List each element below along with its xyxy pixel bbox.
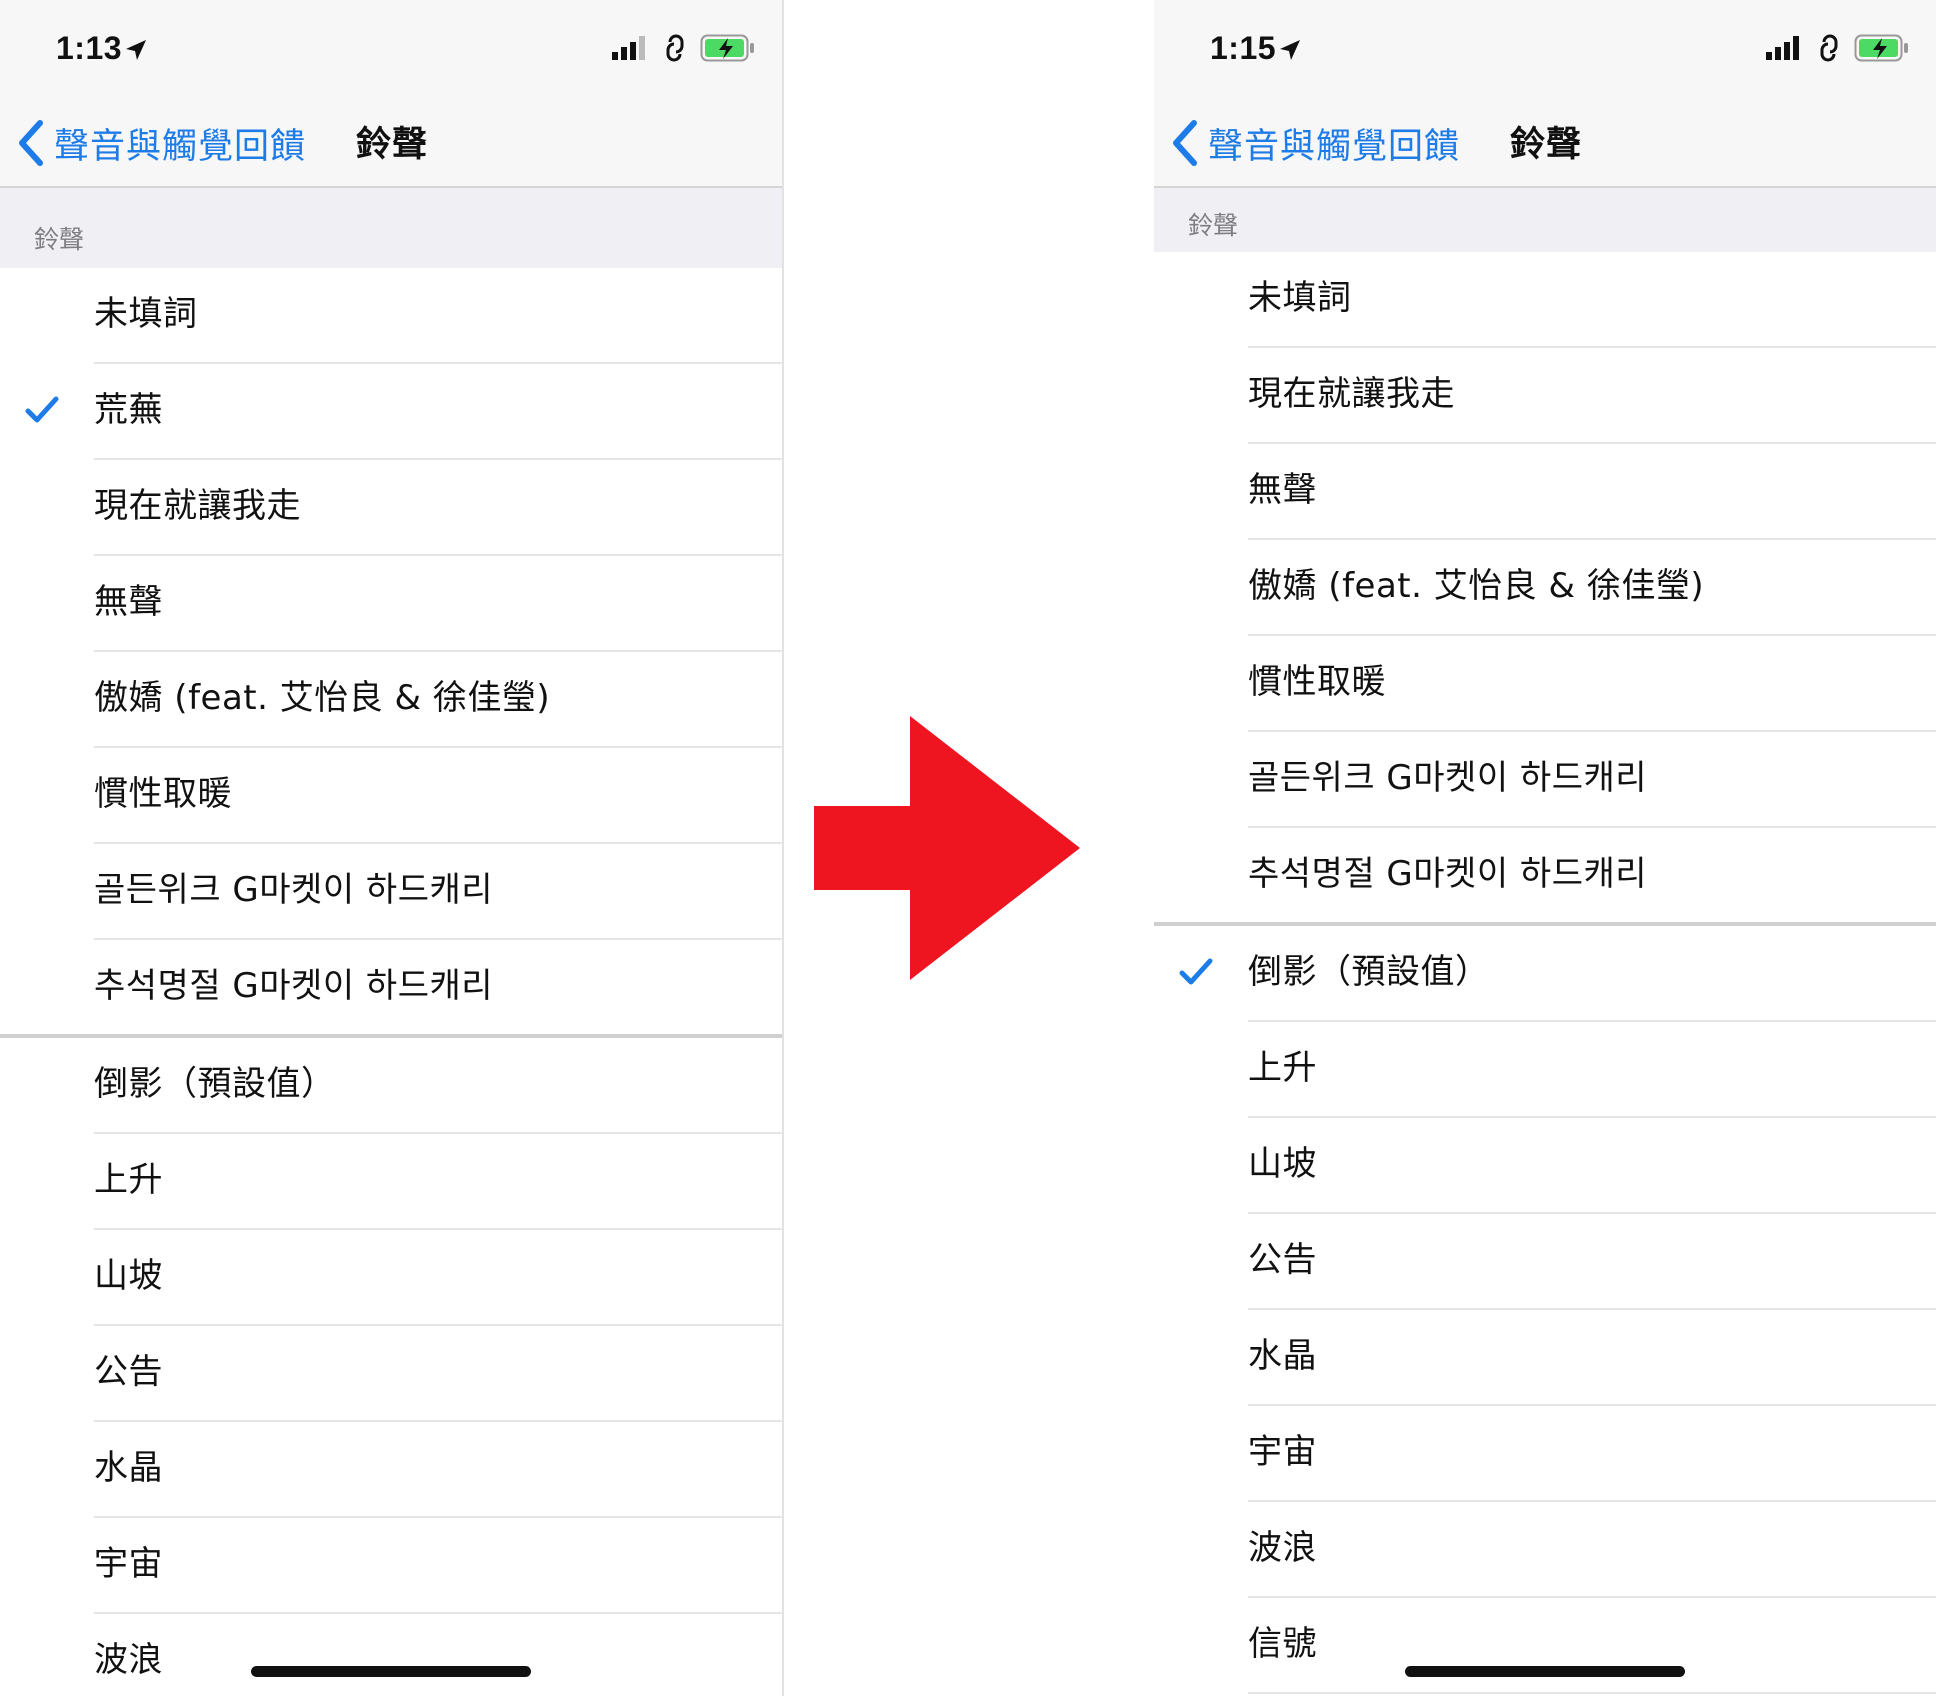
- ringtone-label: 宇宙: [94, 1544, 163, 1584]
- ringtone-label: 荒蕪: [94, 390, 163, 430]
- list-item[interactable]: 現在就讓我走: [1248, 348, 1936, 444]
- list-item[interactable]: 現在就讓我走: [94, 460, 782, 556]
- ringtone-label: 波浪: [94, 1640, 163, 1680]
- personal-hotspot-icon: [666, 34, 684, 62]
- ringtone-label: 現在就讓我走: [94, 486, 301, 526]
- ringtone-label: 골든위크 G마켓이 하드캐리: [1248, 758, 1648, 798]
- ringtone-label: 未填詞: [94, 294, 198, 334]
- section-label: 鈴聲: [1188, 211, 1239, 240]
- list-item[interactable]: 水晶: [94, 1422, 782, 1518]
- battery-charging-icon: [1854, 34, 1908, 62]
- ringtone-label: 水晶: [94, 1448, 163, 1488]
- ringtone-label: 추석명절 G마켓이 하드캐리: [94, 966, 494, 1006]
- page-title: 鈴聲: [1510, 125, 1583, 165]
- list-item[interactable]: 골든위크 G마켓이 하드캐리: [1248, 732, 1936, 828]
- ringtone-label: 宇宙: [1248, 1432, 1317, 1472]
- back-button[interactable]: 聲音與觸覺回饋: [16, 114, 306, 172]
- personal-hotspot-icon: [1820, 34, 1838, 62]
- ringtone-label: 山坡: [94, 1256, 163, 1296]
- navigation-bar: 聲音與觸覺回饋 鈴聲: [0, 100, 782, 188]
- list-item[interactable]: 山坡: [1248, 1118, 1936, 1214]
- page-title: 鈴聲: [356, 125, 429, 165]
- home-indicator[interactable]: [251, 1666, 531, 1677]
- status-time: 1:13: [56, 30, 123, 66]
- list-item[interactable]: 上升: [1248, 1022, 1936, 1118]
- status-time: 1:15: [1210, 30, 1277, 66]
- ringtone-label: 傲嬌 (feat. 艾怡良 & 徐佳瑩): [1248, 566, 1705, 606]
- ringtone-label: 未填詞: [1248, 278, 1352, 318]
- back-label: 聲音與觸覺回饋: [1208, 126, 1461, 167]
- chevron-left-icon: [1173, 120, 1197, 166]
- list-item[interactable]: 慣性取暖: [1248, 636, 1936, 732]
- battery-charging-icon: [700, 34, 754, 62]
- ringtone-label: 倒影（預設值）: [1248, 952, 1490, 992]
- section-label: 鈴聲: [34, 225, 85, 254]
- section-header: 鈴聲: [1154, 188, 1936, 252]
- ringtone-label: 上升: [1248, 1048, 1317, 1088]
- list-item[interactable]: 水晶: [1248, 1310, 1936, 1406]
- list-item[interactable]: 倒影（預設值）: [94, 1038, 782, 1134]
- list-item-selected[interactable]: 倒影（預設值）: [1179, 926, 1936, 1022]
- list-item[interactable]: 波浪: [94, 1614, 782, 1696]
- list-item[interactable]: 波浪: [1248, 1502, 1936, 1598]
- list-item[interactable]: 未填詞: [1248, 252, 1936, 348]
- list-item[interactable]: 慣性取暖: [94, 748, 782, 844]
- list-item[interactable]: 無聲: [94, 556, 782, 652]
- list-item-selected[interactable]: 荒蕪: [25, 364, 782, 460]
- ringtone-label: 無聲: [1248, 470, 1317, 510]
- ringtone-label: 公告: [1248, 1240, 1317, 1280]
- list-item[interactable]: 公告: [94, 1326, 782, 1422]
- home-indicator[interactable]: [1405, 1666, 1685, 1677]
- navigation-bar: 聲音與觸覺回饋 鈴聲: [1154, 100, 1936, 188]
- ringtone-label: 現在就讓我走: [1248, 374, 1455, 414]
- left-phone-screen: 1:13 聲音與觸覺回饋 鈴聲 鈴聲 未填詞 荒蕪 現在就讓我走 無聲 傲嬌 (…: [0, 0, 784, 1696]
- right-arrow-icon: [814, 716, 1080, 980]
- ringtone-label: 倒影（預設值）: [94, 1064, 336, 1104]
- list-item[interactable]: 信號: [1248, 1598, 1936, 1694]
- list-item[interactable]: 宇宙: [94, 1518, 782, 1614]
- list-item[interactable]: 無聲: [1248, 444, 1936, 540]
- ringtone-label: 上升: [94, 1160, 163, 1200]
- location-arrow-icon: [1280, 40, 1300, 60]
- status-bar: 1:13: [0, 0, 782, 100]
- ringtone-label: 慣性取暖: [94, 774, 232, 814]
- ringtone-label: 無聲: [94, 582, 163, 622]
- ringtone-label: 山坡: [1248, 1144, 1317, 1184]
- list-item[interactable]: 골든위크 G마켓이 하드캐리: [94, 844, 782, 940]
- ringtone-label: 波浪: [1248, 1528, 1317, 1568]
- list-item[interactable]: 公告: [1248, 1214, 1936, 1310]
- list-item[interactable]: 山坡: [94, 1230, 782, 1326]
- ringtone-label: 信號: [1248, 1624, 1317, 1664]
- ringtone-label: 水晶: [1248, 1336, 1317, 1376]
- location-arrow-icon: [126, 40, 146, 60]
- chevron-left-icon: [19, 120, 43, 166]
- ringtone-label: 傲嬌 (feat. 艾怡良 & 徐佳瑩): [94, 678, 551, 718]
- list-item[interactable]: 上升: [94, 1134, 782, 1230]
- back-button[interactable]: 聲音與觸覺回饋: [1170, 114, 1460, 172]
- list-item[interactable]: 추석명절 G마켓이 하드캐리: [94, 940, 782, 1034]
- status-bar: 1:15: [1154, 0, 1936, 100]
- list-item[interactable]: 추석명절 G마켓이 하드캐리: [1248, 828, 1936, 922]
- ringtone-label: 慣性取暖: [1248, 662, 1386, 702]
- ringtone-list: 未填詞 現在就讓我走 無聲 傲嬌 (feat. 艾怡良 & 徐佳瑩) 慣性取暖 …: [1154, 252, 1936, 1694]
- right-phone-screen: 1:15 聲音與觸覺回饋 鈴聲 鈴聲 未填詞 現在就讓我走 無聲 傲嬌 (fea…: [1154, 0, 1936, 1696]
- ringtone-label: 골든위크 G마켓이 하드캐리: [94, 870, 494, 910]
- back-label: 聲音與觸覺回饋: [54, 126, 307, 167]
- list-item[interactable]: 傲嬌 (feat. 艾怡良 & 徐佳瑩): [1248, 540, 1936, 636]
- checkmark-icon: [1179, 958, 1213, 985]
- cellular-signal-icon: [1766, 36, 1799, 60]
- ringtone-label: 추석명절 G마켓이 하드캐리: [1248, 854, 1648, 894]
- ringtone-label: 公告: [94, 1352, 163, 1392]
- list-item[interactable]: 未填詞: [94, 268, 782, 364]
- list-item[interactable]: 傲嬌 (feat. 艾怡良 & 徐佳瑩): [94, 652, 782, 748]
- cellular-signal-icon: [612, 36, 645, 60]
- ringtone-list: 未填詞 荒蕪 現在就讓我走 無聲 傲嬌 (feat. 艾怡良 & 徐佳瑩) 慣性…: [0, 268, 782, 1696]
- section-header: 鈴聲: [0, 188, 782, 268]
- checkmark-icon: [25, 396, 59, 423]
- list-item[interactable]: 宇宙: [1248, 1406, 1936, 1502]
